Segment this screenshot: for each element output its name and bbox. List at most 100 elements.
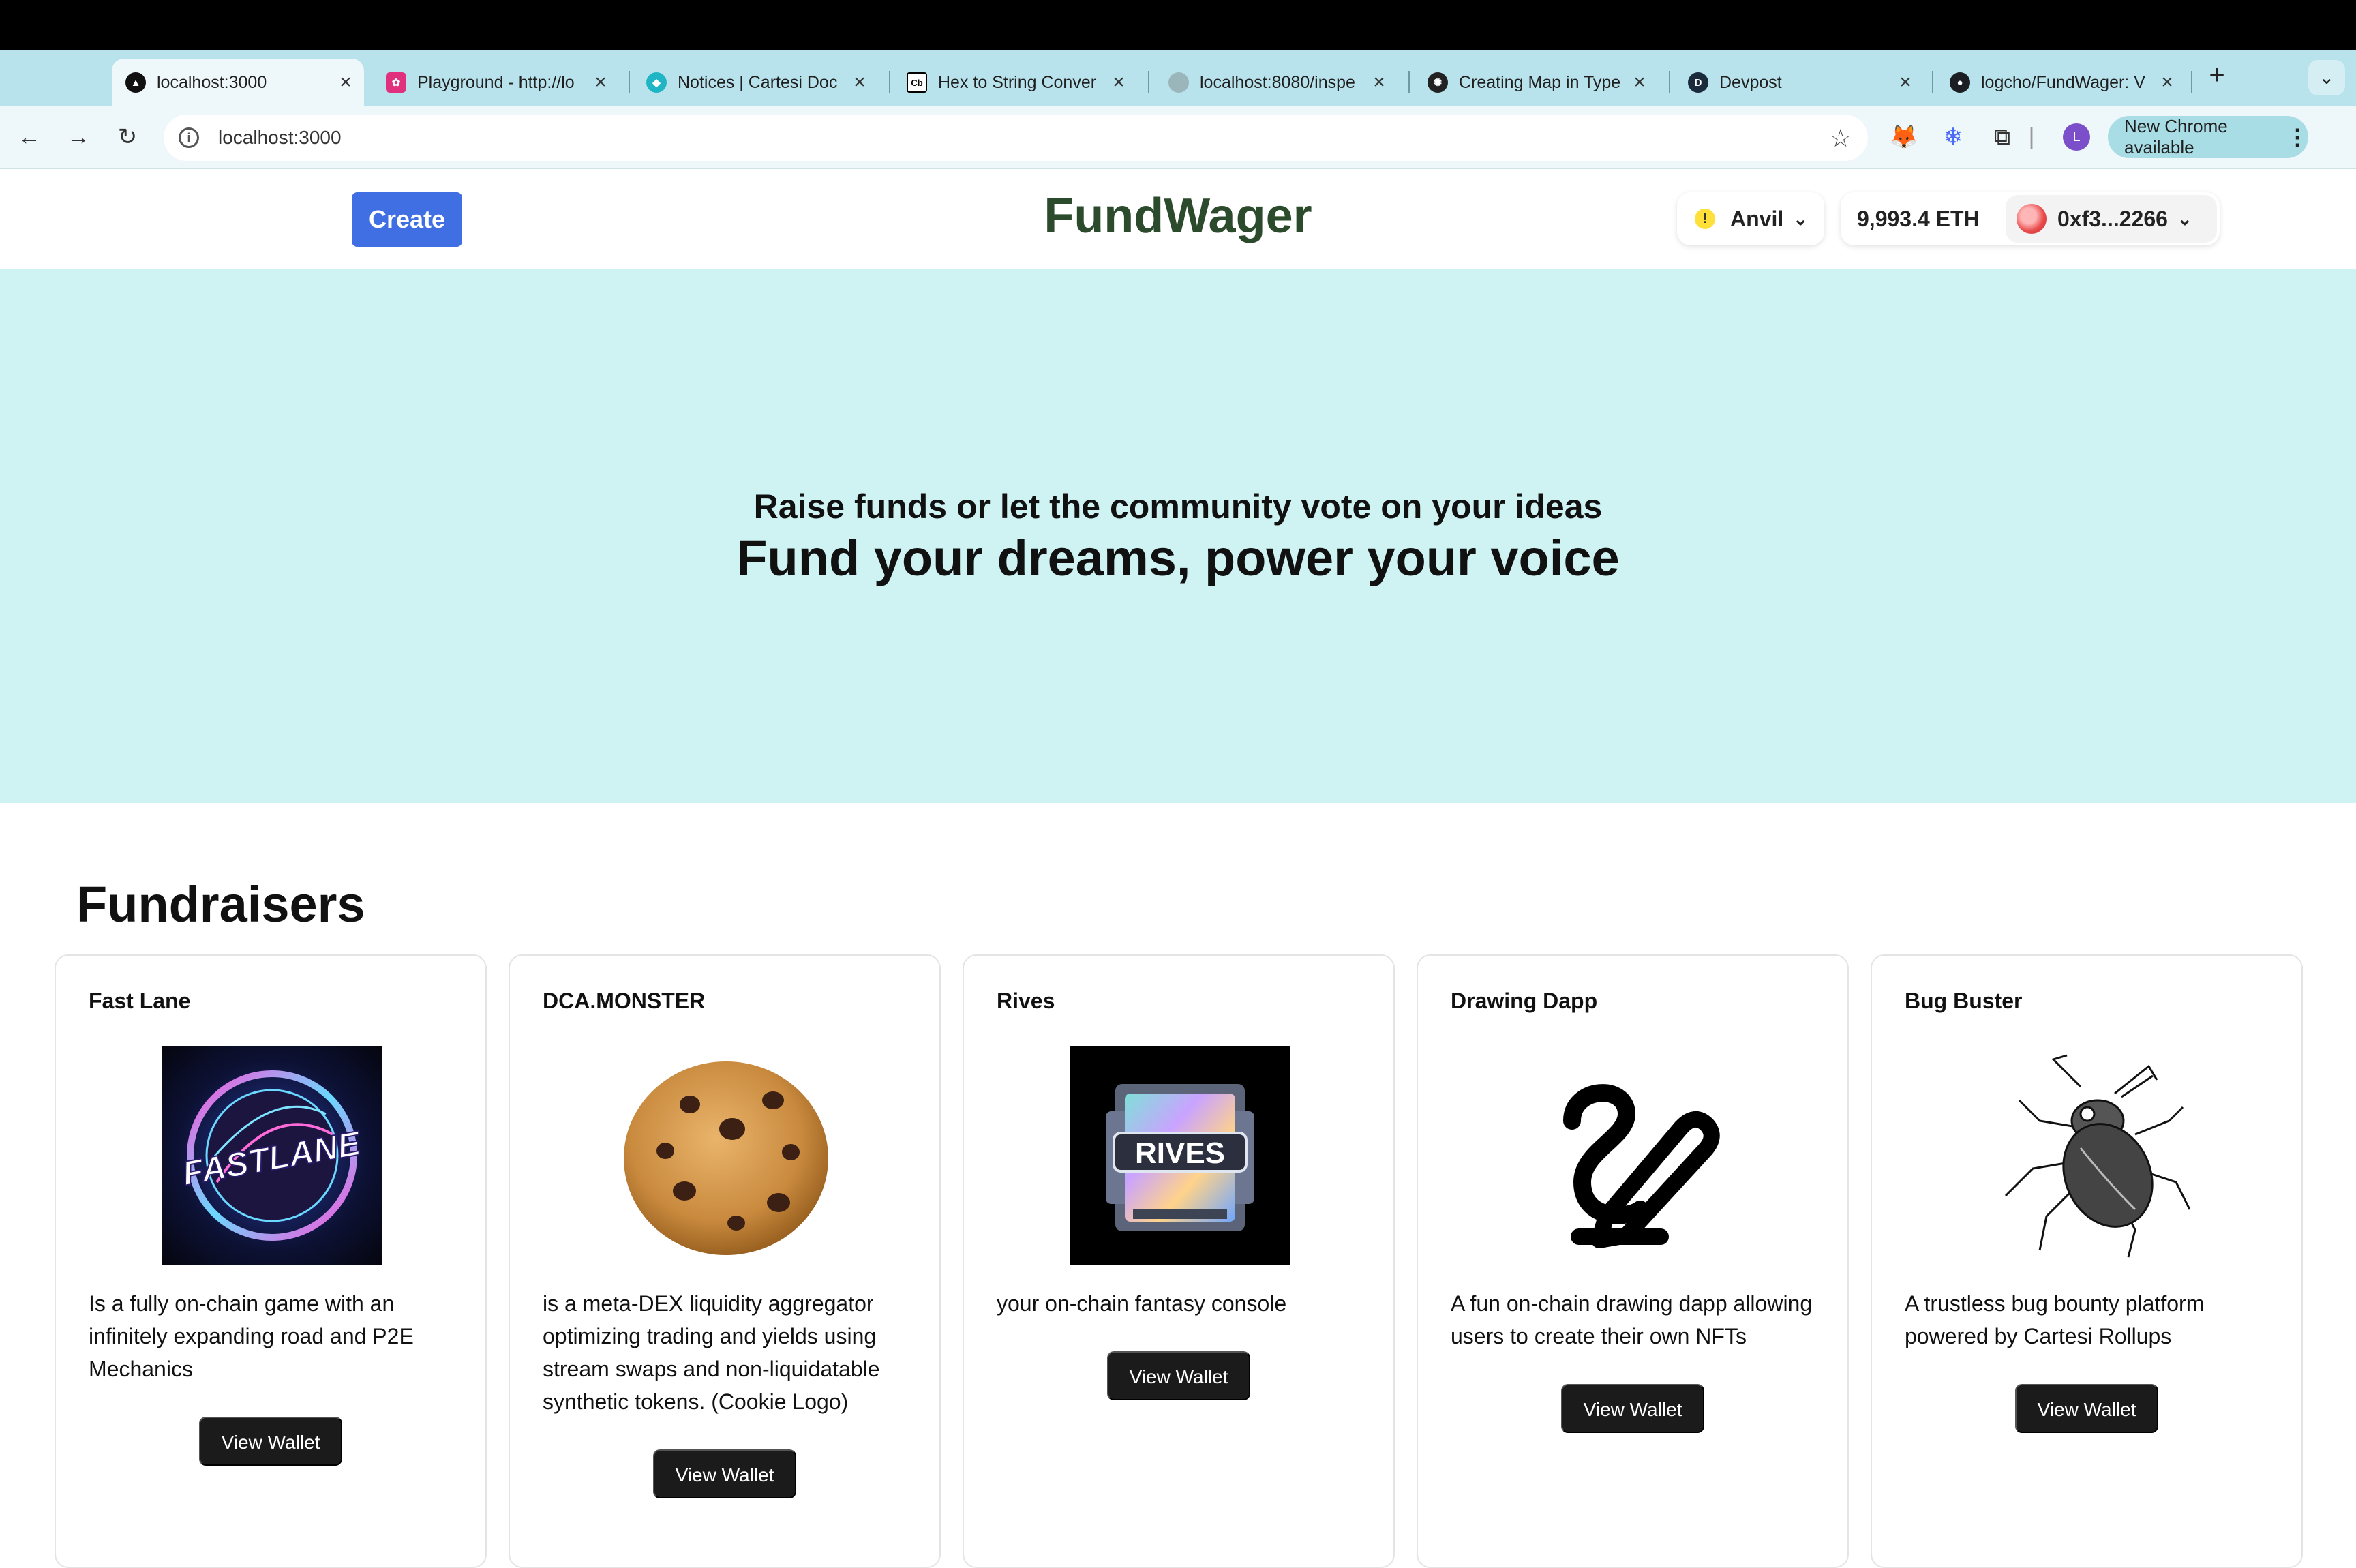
url-text: localhost:3000 [218,127,342,148]
rives-cartridge-logo: RIVES [1070,1046,1290,1265]
chevron-down-icon: ⌄ [2177,208,2192,229]
metamask-fox-icon[interactable]: 🦊 [1887,120,1921,154]
tab-title: Creating Map in Type [1459,72,1621,92]
account-avatar [2017,204,2047,234]
chrome-update-button[interactable]: New Chrome available ⋮ [2108,116,2308,158]
bookmark-star-icon[interactable]: ☆ [1830,124,1852,153]
tab-title: localhost:8080/inspe [1200,72,1355,92]
fastlane-logo: FASTLANE [162,1046,382,1265]
close-icon[interactable]: × [1110,71,1128,94]
hero-banner: Raise funds or let the community vote on… [0,269,2356,803]
tab-notices-cartesi[interactable]: ◆ Notices | Cartesi Doc × [633,59,878,106]
fundraiser-cards: Fast Lane FASTLANE Is a fully on-chain g… [55,954,2304,1568]
tab-separator [629,71,630,93]
cb-icon: Cb [907,72,927,93]
hero-title: Fund your dreams, power your voice [736,530,1620,586]
tab-github-fundwager[interactable]: ● logcho/FundWager: V × [1936,59,2186,106]
close-icon[interactable]: × [337,71,354,94]
close-icon[interactable]: × [2158,71,2176,94]
card-description: Is a fully on-chain game with an infinit… [89,1291,414,1381]
account-address: 0xf3...2266 [2057,206,2168,231]
tab-playground[interactable]: ✿ Playground - http://lo × [372,59,619,106]
github-icon: ● [1950,72,1970,93]
os-top-bar [0,0,2356,50]
brand-logo: FundWager [1044,189,1312,243]
card-title: DCA.MONSTER [543,989,706,1013]
fundraiser-card: Rives RIVES your on-chain fantasy consol… [963,954,1395,1568]
tab-localhost-3000[interactable]: ▲ localhost:3000 × [112,59,364,106]
close-icon[interactable]: × [1370,71,1388,94]
card-title: Drawing Dapp [1451,989,1598,1013]
create-button[interactable]: Create [352,192,462,247]
card-description: is a meta-DEX liquidity aggregator optim… [543,1291,880,1414]
extensions-puzzle-icon[interactable]: ⧉ [1985,120,2019,154]
chevron-down-icon: ⌄ [1793,208,1809,229]
tab-separator [1669,71,1670,93]
cartesi-icon: ◆ [646,72,667,93]
tab-localhost-8080[interactable]: localhost:8080/inspe × [1155,59,1398,106]
card-description: A trustless bug bounty platform powered … [1905,1291,2205,1348]
cookie-logo [616,1046,836,1265]
wallet-balance: 9,993.4 ETH [1857,206,1980,231]
snowflake-extension-icon[interactable]: ❄ [1936,120,1970,154]
profile-avatar[interactable]: L [2063,123,2090,151]
reload-icon[interactable]: ↻ [112,121,143,153]
tab-separator [1408,71,1410,93]
card-title: Fast Lane [89,989,191,1013]
triangle-icon: ▲ [125,72,146,93]
close-icon[interactable]: × [1897,71,1914,94]
tab-search-chevron-icon[interactable]: ⌄ [2308,60,2345,95]
fundraiser-card: Fast Lane FASTLANE Is a fully on-chain g… [55,954,487,1568]
view-wallet-button[interactable]: View Wallet [653,1449,796,1498]
fundraiser-card: Bug Buster A trustless bug bounty platfo… [1871,954,2303,1568]
forward-arrow-icon[interactable]: → [63,121,94,153]
tab-separator [1148,71,1149,93]
card-title: Bug Buster [1905,989,2023,1013]
beetle-illustration [1978,1046,2198,1265]
site-header: Create FundWager ! Anvil ⌄ 9,993.4 ETH 0… [0,169,2356,269]
tab-title: Devpost [1719,72,1782,92]
view-wallet-button[interactable]: View Wallet [2015,1384,2158,1433]
network-selector[interactable]: ! Anvil ⌄ [1677,192,1824,245]
new-tab-plus-icon[interactable]: + [2203,60,2231,93]
tab-separator [889,71,890,93]
warning-icon: ! [1695,209,1715,229]
close-icon[interactable]: × [851,71,869,94]
toolbar-divider: | [2028,124,2035,150]
card-description: A fun on-chain drawing dapp allowing use… [1451,1291,1813,1348]
devpost-icon: D [1688,72,1708,93]
view-wallet-button[interactable]: View Wallet [1107,1351,1250,1400]
back-arrow-icon[interactable]: ← [14,121,45,153]
drawing-pen-icon [1524,1046,1744,1265]
address-pill[interactable]: 0xf3...2266 ⌄ [2006,195,2217,243]
tab-separator [2191,71,2192,93]
view-wallet-button[interactable]: View Wallet [1561,1384,1704,1433]
openai-icon: ✺ [1428,72,1448,93]
address-bar[interactable]: i localhost:3000 ☆ [164,115,1868,161]
rives-logo-text: RIVES [1135,1136,1225,1170]
tab-title: logcho/FundWager: V [1981,72,2145,92]
close-icon[interactable]: × [592,71,609,94]
globe-icon [1168,72,1189,93]
network-name: Anvil [1730,206,1784,231]
tab-title: localhost:3000 [157,72,267,92]
close-icon[interactable]: × [1631,71,1648,94]
fundraiser-card: DCA.MONSTER is a meta-DEX liquidity aggr… [509,954,941,1568]
tab-devpost[interactable]: D Devpost × [1674,59,1924,106]
view-wallet-button[interactable]: View Wallet [199,1417,342,1466]
playground-icon: ✿ [386,72,406,93]
more-menu-icon: ⋮ [2286,125,2308,149]
tab-separator [1932,71,1933,93]
tab-title: Hex to String Conver [938,72,1097,92]
account-button[interactable]: 9,993.4 ETH 0xf3...2266 ⌄ [1841,192,2220,245]
tab-hex-to-string[interactable]: Cb Hex to String Conver × [893,59,1137,106]
tab-title: Notices | Cartesi Doc [678,72,838,92]
card-description: your on-chain fantasy console [997,1291,1287,1316]
hero-subtitle: Raise funds or let the community vote on… [753,487,1603,526]
tab-strip: ▲ localhost:3000 × ✿ Playground - http:/… [0,50,2356,106]
site-info-icon[interactable]: i [179,127,199,148]
chrome-update-label: New Chrome available [2124,116,2228,157]
tab-creating-map[interactable]: ✺ Creating Map in Type × [1414,59,1658,106]
fundraisers-heading: Fundraisers [76,876,365,933]
fundraiser-card: Drawing Dapp A fun on-chain drawing dapp… [1417,954,1849,1568]
